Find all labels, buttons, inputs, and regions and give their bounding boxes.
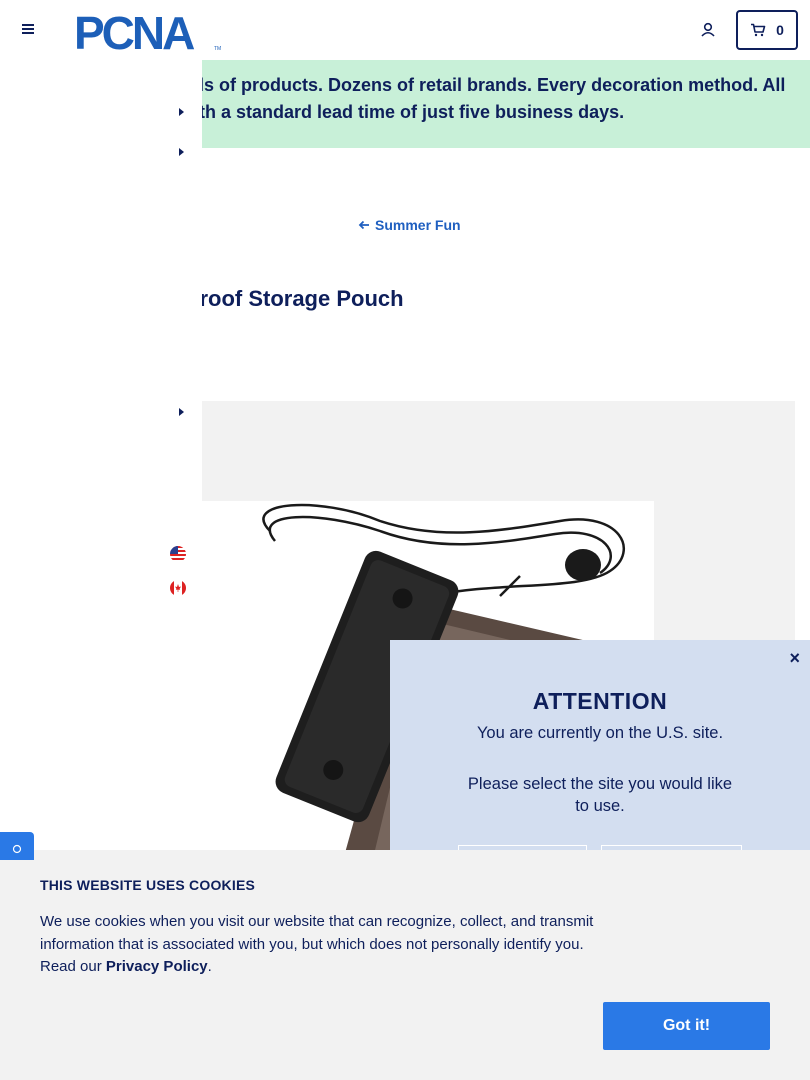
expand-caret-icon[interactable] (179, 408, 184, 416)
canada-flag-icon[interactable] (170, 580, 186, 596)
cart-button[interactable]: 0 (736, 10, 798, 50)
menu-icon[interactable] (20, 22, 36, 36)
cart-icon (751, 23, 766, 37)
arrow-left-icon (358, 220, 369, 230)
page: PCNA TM 0 ls of products. Dozens of reta… (0, 0, 810, 1080)
svg-text:TM: TM (214, 46, 221, 52)
expand-caret-icon[interactable] (179, 148, 184, 156)
got-it-button[interactable]: Got it! (603, 1002, 770, 1050)
cart-count: 0 (776, 22, 784, 38)
back-link[interactable]: Summer Fun (358, 217, 461, 233)
promo-banner-text: ls of products. Dozens of retail brands.… (199, 75, 786, 122)
account-icon[interactable] (697, 19, 719, 41)
cookie-text: We use cookies when you visit our websit… (40, 913, 594, 975)
modal-prompt: Please select the site you would like to… (467, 775, 733, 815)
close-icon[interactable]: × (789, 648, 800, 669)
privacy-policy-link[interactable]: Privacy Policy (106, 958, 208, 975)
chat-icon (12, 844, 22, 854)
product-title: proof Storage Pouch (186, 286, 404, 311)
side-drawer (0, 60, 202, 850)
chat-tab[interactable] (0, 832, 34, 860)
cookie-banner: THIS WEBSITE USES COOKIES We use cookies… (0, 850, 810, 1080)
back-link-label: Summer Fun (375, 217, 461, 233)
modal-title: ATTENTION (532, 688, 668, 714)
modal-current-site: You are currently on the U.S. site. (476, 724, 724, 742)
pcna-logo[interactable]: PCNA TM (74, 7, 224, 59)
svg-text:PCNA: PCNA (74, 8, 194, 52)
us-flag-icon[interactable] (170, 546, 186, 562)
site-header: PCNA TM 0 (0, 0, 810, 60)
cookie-title: THIS WEBSITE USES COOKIES (40, 877, 256, 893)
expand-caret-icon[interactable] (179, 108, 184, 116)
site-selection-modal: × ATTENTION You are currently on the U.S… (390, 640, 810, 885)
